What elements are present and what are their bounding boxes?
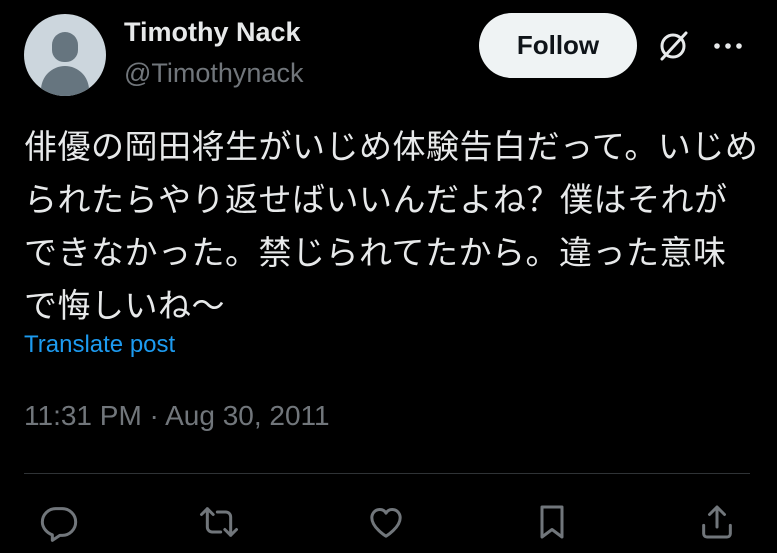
more-options-icon[interactable] [711, 34, 745, 58]
like-icon [370, 508, 402, 538]
author-handle[interactable]: @Timothynack [124, 58, 303, 89]
bookmark-icon [540, 505, 564, 539]
like-button[interactable] [364, 500, 408, 544]
avatar-body-shape [41, 66, 89, 96]
share-icon [702, 505, 732, 539]
grok-icon[interactable] [655, 28, 691, 64]
bookmark-button[interactable] [530, 500, 574, 544]
avatar-head-shape [52, 32, 78, 62]
divider [24, 473, 750, 474]
translate-post-link[interactable]: Translate post [24, 331, 175, 359]
reply-button[interactable] [37, 500, 81, 544]
retweet-button[interactable] [197, 500, 241, 544]
avatar[interactable] [24, 14, 106, 96]
author-display-name[interactable]: Timothy Nack [124, 17, 301, 48]
tweet-text: 俳優の岡田将生がいじめ体験告白だって。いじめられたらやり返せばいいんだよね？僕は… [24, 127, 759, 325]
reply-icon [40, 507, 78, 542]
follow-button[interactable]: Follow [479, 13, 637, 78]
tweet-post: Timothy Nack @Timothynack Follow 俳優の岡田将生… [0, 0, 777, 553]
post-timestamp[interactable]: 11:31 PM · Aug 30, 2011 [24, 400, 330, 432]
share-button[interactable] [695, 500, 739, 544]
retweet-icon [200, 507, 238, 537]
